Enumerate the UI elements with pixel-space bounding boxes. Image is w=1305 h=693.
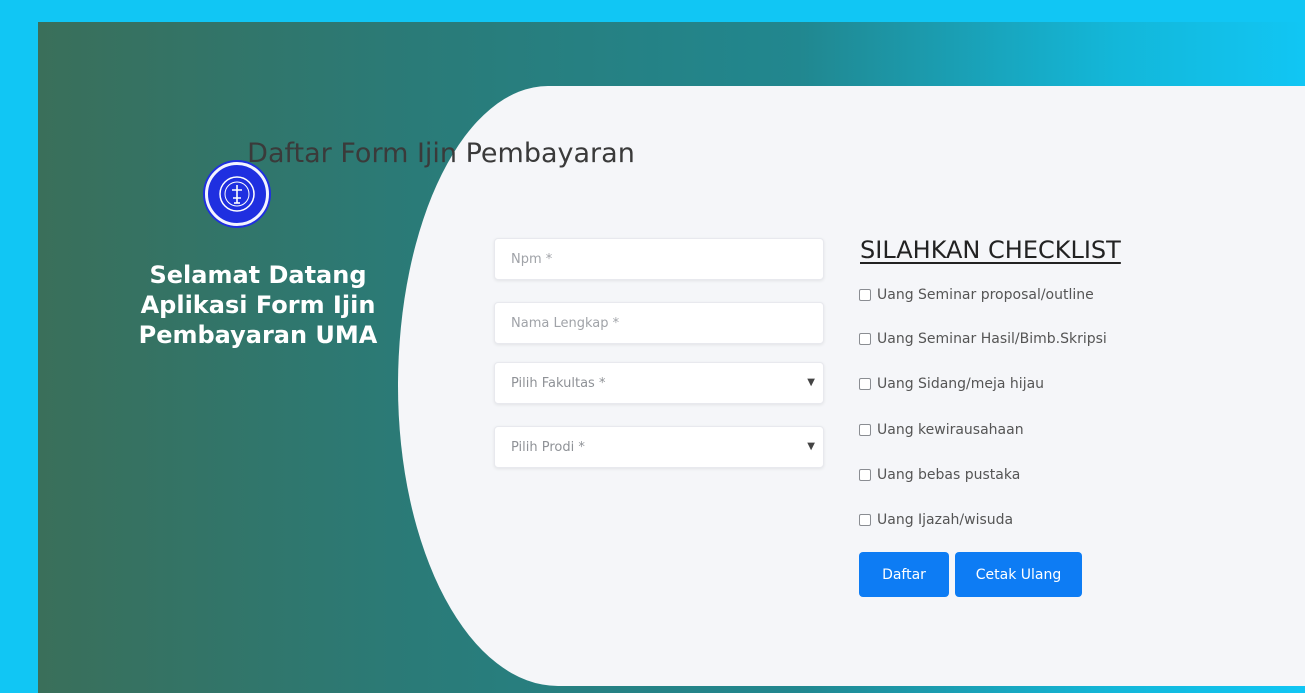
nama-lengkap-input[interactable]: [494, 302, 824, 344]
form-title: Daftar Form Ijin Pembayaran: [247, 138, 635, 169]
checklist-item-label: Uang Seminar proposal/outline: [877, 287, 1094, 303]
checklist-item-label: Uang kewirausahaan: [877, 422, 1024, 438]
checklist-item-label: Uang Seminar Hasil/Bimb.Skripsi: [877, 331, 1107, 347]
prodi-select[interactable]: Pilih Prodi * ▼: [494, 426, 824, 468]
caret-down-icon: ▼: [807, 441, 815, 452]
cetak-ulang-button[interactable]: Cetak Ulang: [955, 552, 1082, 597]
checklist-item-label: Uang Ijazah/wisuda: [877, 512, 1014, 528]
checkbox[interactable]: [859, 378, 871, 390]
page-background: Selamat Datang Aplikasi Form Ijin Pembay…: [38, 22, 1305, 693]
fakultas-select-value: Pilih Fakultas *: [511, 375, 606, 391]
checkbox[interactable]: [859, 289, 871, 301]
welcome-line-1: Selamat Datang: [149, 261, 367, 289]
checklist-item[interactable]: Uang Seminar Hasil/Bimb.Skripsi: [859, 331, 1107, 347]
checkbox[interactable]: [859, 424, 871, 436]
welcome-line-3: Pembayaran UMA: [138, 321, 378, 349]
welcome-text: Selamat Datang Aplikasi Form Ijin Pembay…: [58, 260, 458, 350]
checklist-title: SILAHKAN CHECKLIST: [860, 236, 1121, 264]
checklist-item-label: Uang bebas pustaka: [877, 467, 1021, 483]
checklist-item[interactable]: Uang Sidang/meja hijau: [859, 376, 1044, 392]
fakultas-select[interactable]: Pilih Fakultas * ▼: [494, 362, 824, 404]
welcome-line-2: Aplikasi Form Ijin: [140, 291, 376, 319]
checklist-item[interactable]: Uang Seminar proposal/outline: [859, 287, 1094, 303]
checkbox[interactable]: [859, 514, 871, 526]
checklist-item[interactable]: Uang kewirausahaan: [859, 422, 1024, 438]
caret-down-icon: ▼: [807, 377, 815, 388]
checklist-item[interactable]: Uang bebas pustaka: [859, 467, 1020, 483]
welcome-panel: Selamat Datang Aplikasi Form Ijin Pembay…: [38, 22, 438, 693]
university-seal-icon: [219, 176, 255, 212]
checkbox[interactable]: [859, 469, 871, 481]
prodi-select-value: Pilih Prodi *: [511, 439, 585, 455]
university-logo-icon: [205, 162, 269, 226]
daftar-button[interactable]: Daftar: [859, 552, 949, 597]
npm-input[interactable]: [494, 238, 824, 280]
checklist-item-label: Uang Sidang/meja hijau: [877, 376, 1045, 392]
checklist-item[interactable]: Uang Ijazah/wisuda: [859, 512, 1013, 528]
checkbox[interactable]: [859, 333, 871, 345]
